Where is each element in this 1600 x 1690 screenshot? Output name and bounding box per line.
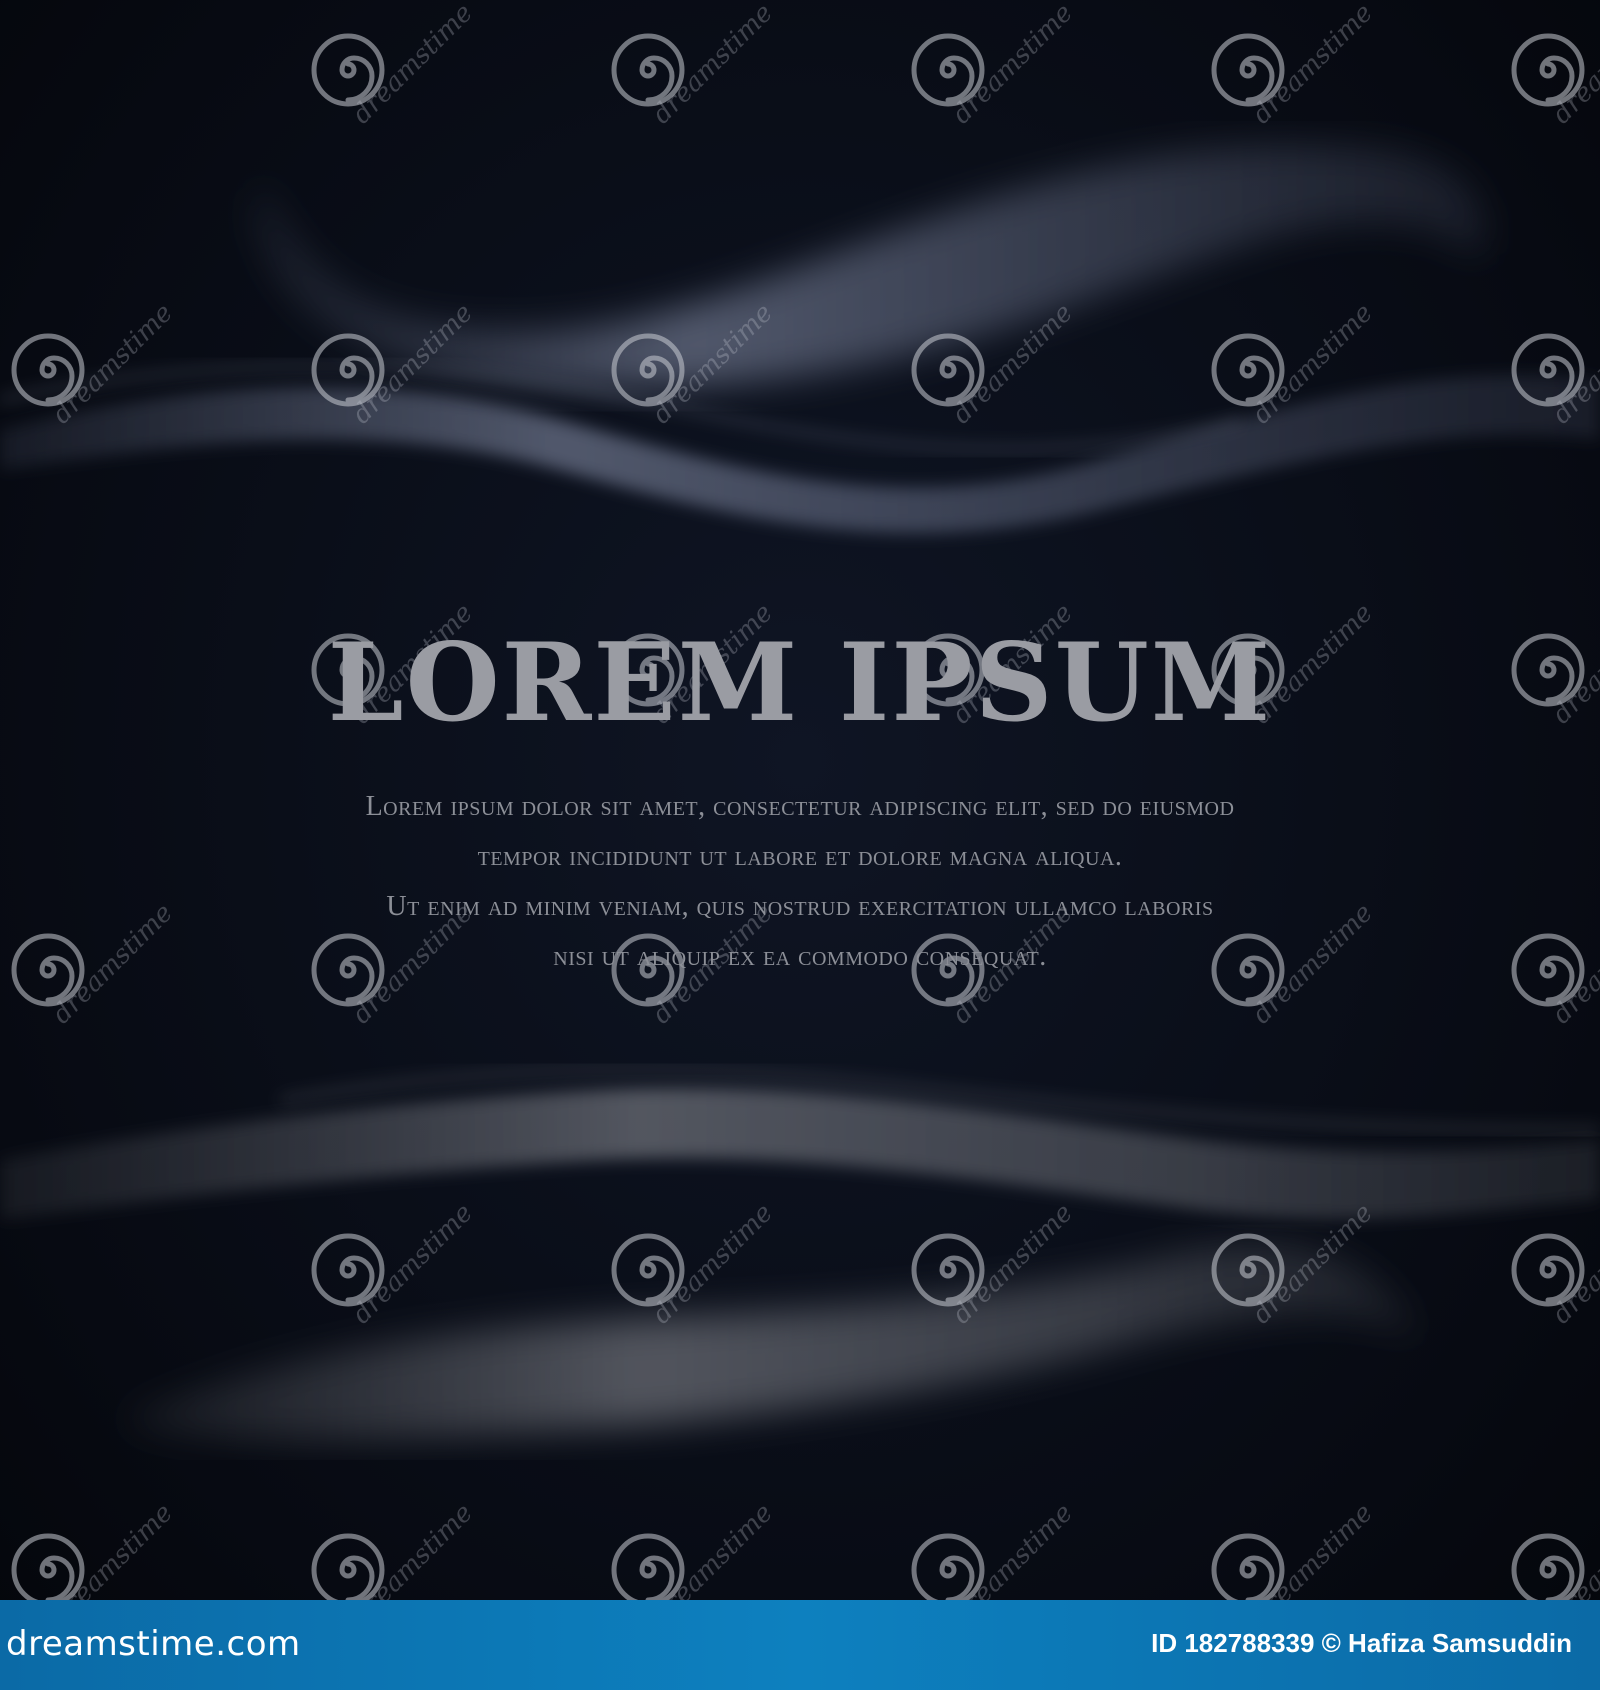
body-line-3: Ut enim ad minim veniam, quis nostrud ex… — [386, 891, 1214, 922]
headline-title: LOREM IPSUM — [327, 620, 1273, 746]
stock-image: dreamstime dreamstime dreamstime dreamstime… — [0, 0, 1600, 1690]
footer-brand-logo[interactable]: dreamstime.com — [6, 1624, 301, 1664]
body-line-4: nisi ut aliquip ex ea commodo consequat. — [553, 941, 1047, 972]
smoke-top-wisp — [256, 145, 1486, 388]
body-paragraph: Lorem ipsum dolor sit amet, consectetur … — [200, 782, 1400, 982]
smoke-top-band — [0, 374, 1600, 533]
footer-bar: dreamstime.com ID 182788339 © Hafiza Sam… — [0, 1600, 1600, 1690]
image-credit: ID 182788339 © Hafiza Samsuddin — [1151, 1628, 1572, 1658]
body-line-1: Lorem ipsum dolor sit amet, consectetur … — [365, 791, 1235, 822]
body-line-2: tempor incididunt ut labore et dolore ma… — [477, 841, 1123, 872]
smoke-bottom-band — [0, 1088, 1600, 1220]
smoke-bottom-wisp — [120, 1244, 1420, 1440]
